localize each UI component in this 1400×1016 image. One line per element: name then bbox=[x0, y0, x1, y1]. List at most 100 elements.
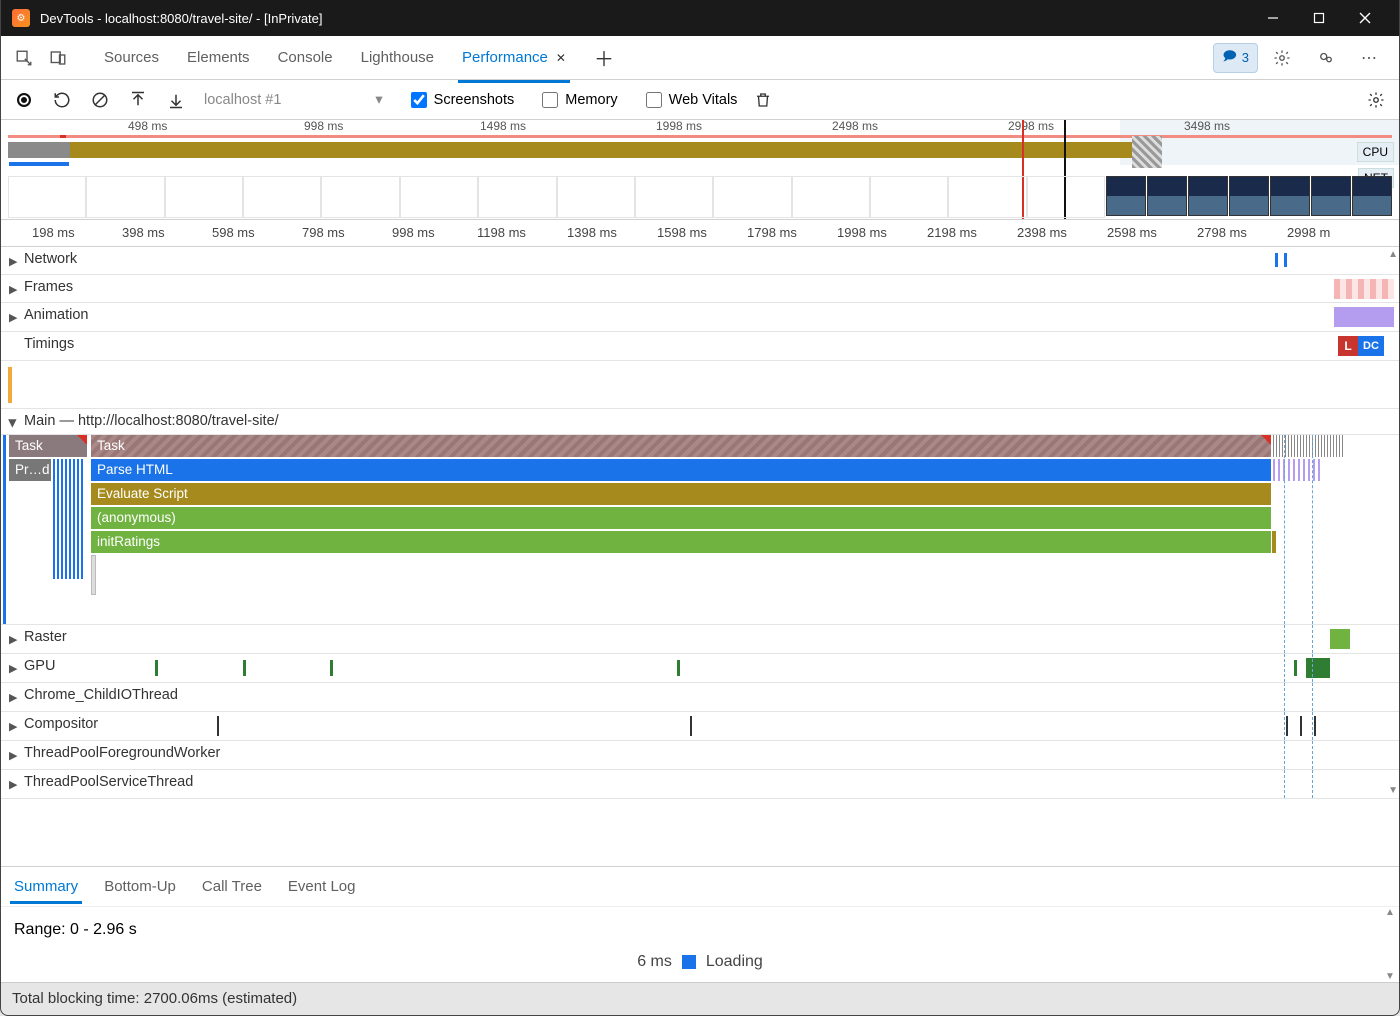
webvitals-checkbox-input[interactable] bbox=[646, 92, 662, 108]
lane-chrome-child-label: Chrome_ChildIOThread bbox=[24, 687, 178, 703]
lane-chrome-child-io[interactable]: ▶ Chrome_ChildIOThread bbox=[0, 683, 1400, 712]
issues-badge[interactable]: 🗩 3 bbox=[1213, 43, 1258, 73]
collapse-icon[interactable]: ▶ bbox=[7, 419, 20, 427]
lane-threadpool-svc[interactable]: ▶ThreadPoolServiceThread ▼ bbox=[0, 770, 1400, 799]
timing-marker-l[interactable]: L bbox=[1338, 336, 1358, 356]
bottom-panel: Summary Bottom-Up Call Tree Event Log Ra… bbox=[0, 866, 1400, 982]
flame-parse-html[interactable]: Parse HTML bbox=[91, 459, 1271, 481]
lane-timings[interactable]: Timings L DC bbox=[0, 332, 1400, 361]
download-button[interactable] bbox=[164, 88, 188, 112]
lane-animation[interactable]: ▶Animation bbox=[0, 303, 1400, 332]
flame-chart-lanes[interactable]: ▶Network ▲ ▶Frames ▶Animation Timings L … bbox=[0, 247, 1400, 799]
status-text: Total blocking time: 2700.06ms (estimate… bbox=[12, 990, 297, 1007]
collapse-icon[interactable]: ▶ bbox=[9, 283, 17, 296]
collapse-icon[interactable]: ▶ bbox=[9, 311, 17, 324]
device-emulation-icon[interactable] bbox=[44, 44, 72, 72]
lane-main[interactable]: ▶ Main — http://localhost:8080/travel-sit… bbox=[0, 409, 1400, 435]
scroll-up-icon[interactable]: ▲ bbox=[1388, 249, 1398, 260]
reload-button[interactable] bbox=[50, 88, 74, 112]
chevron-down-icon[interactable]: ▾ bbox=[375, 92, 382, 108]
tab-bottomup[interactable]: Bottom-Up bbox=[100, 870, 180, 903]
collapse-icon[interactable]: ▶ bbox=[9, 691, 17, 704]
tab-performance[interactable]: Performance ✕ bbox=[448, 33, 580, 82]
timeline-overview[interactable]: 498 ms 998 ms 1498 ms 1998 ms 2498 ms 29… bbox=[0, 120, 1400, 220]
upload-button[interactable] bbox=[126, 88, 150, 112]
ov-tick-3: 1998 ms bbox=[656, 119, 702, 133]
lane-timings-label: Timings bbox=[24, 336, 74, 352]
window-titlebar: ⚙ DevTools - localhost:8080/travel-site/… bbox=[0, 0, 1400, 36]
tab-lighthouse[interactable]: Lighthouse bbox=[347, 33, 448, 82]
tab-sources[interactable]: Sources bbox=[90, 33, 173, 82]
flame-task[interactable]: Task bbox=[9, 435, 87, 457]
record-button[interactable] bbox=[12, 88, 36, 112]
recording-host-label[interactable]: localhost #1 bbox=[204, 92, 281, 108]
lane-raster-label: Raster bbox=[24, 629, 67, 645]
screenshot-thumb[interactable] bbox=[1188, 176, 1228, 216]
timeline-ruler[interactable]: 198 ms 398 ms 598 ms 798 ms 998 ms 1198 … bbox=[0, 220, 1400, 247]
overview-cpu-label: CPU bbox=[1357, 142, 1394, 162]
flame-evaluate-script[interactable]: Evaluate Script bbox=[91, 483, 1271, 505]
lane-raster[interactable]: ▶ Raster bbox=[0, 625, 1400, 654]
flame-task-long[interactable]: Task bbox=[91, 435, 1271, 457]
window-close-button[interactable] bbox=[1342, 0, 1388, 36]
ruler-tick: 1598 ms bbox=[657, 225, 707, 240]
devtools-app-icon: ⚙ bbox=[12, 9, 30, 27]
collapse-icon[interactable]: ▶ bbox=[9, 633, 17, 646]
more-menu-icon[interactable]: ⋯ bbox=[1356, 44, 1384, 72]
tab-performance-label: Performance bbox=[462, 49, 548, 66]
flame-prd[interactable]: Pr…d bbox=[9, 459, 51, 481]
collapse-icon[interactable]: ▶ bbox=[9, 720, 17, 733]
webvitals-checkbox[interactable]: Web Vitals bbox=[646, 92, 738, 108]
collapse-icon[interactable]: ▶ bbox=[9, 255, 17, 268]
inspect-element-icon[interactable] bbox=[10, 44, 38, 72]
ruler-tick: 2398 ms bbox=[1017, 225, 1067, 240]
ruler-tick: 1398 ms bbox=[567, 225, 617, 240]
feedback-icon[interactable] bbox=[1312, 44, 1340, 72]
screenshots-checkbox-input[interactable] bbox=[411, 92, 427, 108]
trash-icon[interactable] bbox=[751, 88, 775, 112]
screenshot-thumb[interactable] bbox=[1352, 176, 1392, 216]
scroll-down-icon[interactable]: ▼ bbox=[1385, 971, 1395, 982]
lane-network[interactable]: ▶Network ▲ bbox=[0, 247, 1400, 275]
close-icon[interactable]: ✕ bbox=[556, 51, 566, 65]
clear-button[interactable] bbox=[88, 88, 112, 112]
tab-console[interactable]: Console bbox=[264, 33, 347, 82]
tab-eventlog[interactable]: Event Log bbox=[284, 870, 360, 903]
screenshot-thumb[interactable] bbox=[1229, 176, 1269, 216]
lane-main-label: Main — http://localhost:8080/travel-site… bbox=[24, 413, 279, 429]
flame-initratings[interactable]: initRatings bbox=[91, 531, 1271, 553]
main-flame-chart[interactable]: Task Task Pr…d Parse HTML Evaluate Scrip… bbox=[0, 435, 1400, 625]
window-minimize-button[interactable] bbox=[1250, 0, 1296, 36]
screenshot-thumb[interactable] bbox=[1270, 176, 1310, 216]
settings-gear-icon[interactable] bbox=[1268, 44, 1296, 72]
scroll-up-icon[interactable]: ▲ bbox=[1385, 907, 1395, 918]
status-bar: Total blocking time: 2700.06ms (estimate… bbox=[0, 982, 1400, 1016]
timing-marker-dc[interactable]: DC bbox=[1358, 336, 1384, 356]
screenshots-checkbox[interactable]: Screenshots bbox=[411, 92, 515, 108]
ruler-tick: 598 ms bbox=[212, 225, 255, 240]
ruler-tick: 398 ms bbox=[122, 225, 165, 240]
lane-threadpool-fg[interactable]: ▶ThreadPoolForegroundWorker bbox=[0, 741, 1400, 770]
collapse-icon[interactable]: ▶ bbox=[9, 778, 17, 791]
memory-checkbox[interactable]: Memory bbox=[542, 92, 617, 108]
summary-legend-row: 6 ms Loading bbox=[0, 953, 1400, 971]
screenshot-thumb[interactable] bbox=[1147, 176, 1187, 216]
window-maximize-button[interactable] bbox=[1296, 0, 1342, 36]
capture-settings-gear-icon[interactable] bbox=[1364, 88, 1388, 112]
screenshot-thumbnails[interactable] bbox=[1105, 176, 1392, 218]
tab-calltree[interactable]: Call Tree bbox=[198, 870, 266, 903]
screenshot-thumb[interactable] bbox=[1311, 176, 1351, 216]
scroll-down-icon[interactable]: ▼ bbox=[1388, 785, 1398, 796]
lane-compositor[interactable]: ▶Compositor bbox=[0, 712, 1400, 741]
tab-elements[interactable]: Elements bbox=[173, 33, 264, 82]
add-tab-button[interactable]: ＋ bbox=[580, 33, 628, 82]
flame-anonymous[interactable]: (anonymous) bbox=[91, 507, 1271, 529]
lane-frames[interactable]: ▶Frames bbox=[0, 275, 1400, 303]
collapse-icon[interactable]: ▶ bbox=[9, 662, 17, 675]
memory-checkbox-input[interactable] bbox=[542, 92, 558, 108]
legend-loading-ms: 6 ms bbox=[637, 953, 672, 971]
screenshot-thumb[interactable] bbox=[1106, 176, 1146, 216]
lane-gpu[interactable]: ▶GPU bbox=[0, 654, 1400, 683]
collapse-icon[interactable]: ▶ bbox=[9, 749, 17, 762]
tab-summary[interactable]: Summary bbox=[10, 870, 82, 903]
